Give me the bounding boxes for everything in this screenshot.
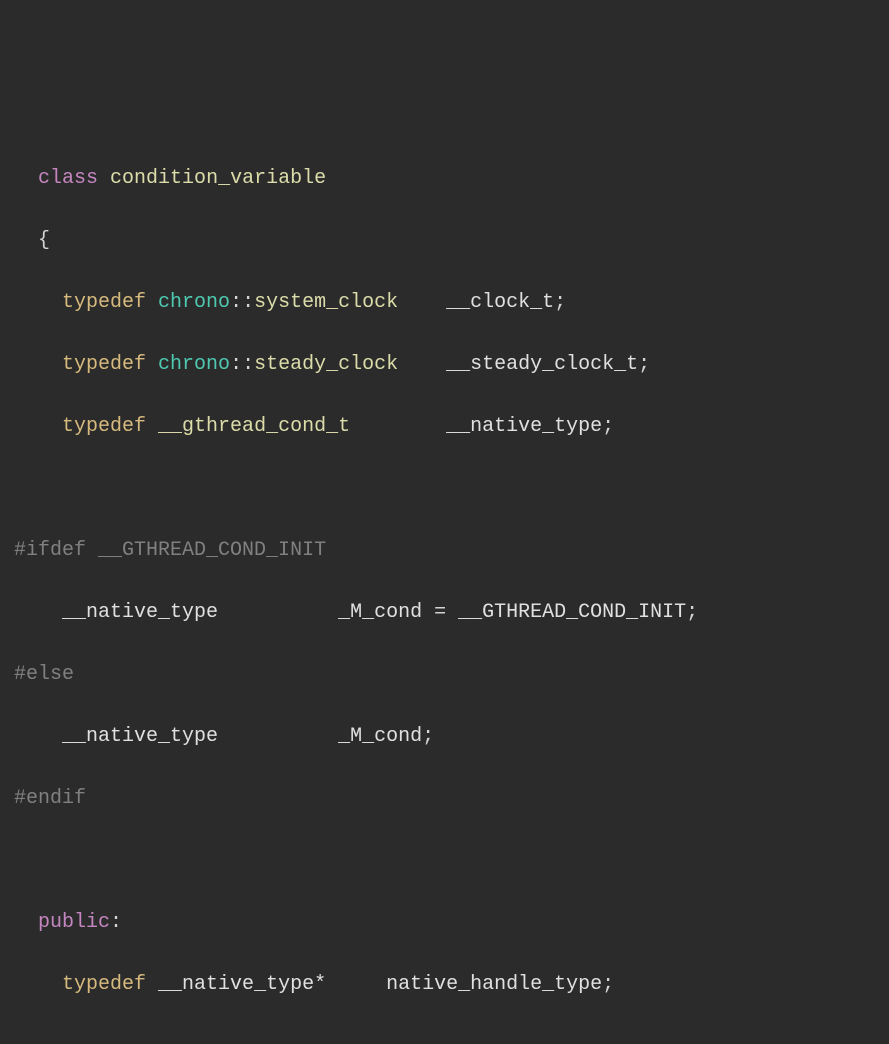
- preproc-else: #else: [14, 663, 74, 686]
- indent: [14, 973, 62, 996]
- keyword-typedef: typedef: [62, 291, 146, 314]
- preproc-ifdef: #ifdef: [14, 539, 86, 562]
- padding: [398, 353, 446, 376]
- keyword-public: public: [38, 911, 110, 934]
- code-line: public:: [0, 907, 889, 938]
- member-m-cond: _M_cond: [338, 601, 422, 624]
- code-line-empty: [0, 845, 889, 876]
- scope-operator: ::: [230, 291, 254, 314]
- indent: [14, 911, 38, 934]
- namespace-chrono: chrono: [158, 291, 230, 314]
- equals-operator: =: [422, 601, 458, 624]
- padding: [398, 291, 446, 314]
- semicolon: ;: [554, 291, 566, 314]
- alias-native-type: __native_type: [446, 415, 602, 438]
- type-system-clock: system_clock: [254, 291, 398, 314]
- semicolon: ;: [638, 353, 650, 376]
- code-line: typedef chrono::system_clock __clock_t;: [0, 287, 889, 318]
- preproc-endif: #endif: [14, 787, 86, 810]
- type-steady-clock: steady_clock: [254, 353, 398, 376]
- namespace-chrono: chrono: [158, 353, 230, 376]
- keyword-typedef: typedef: [62, 973, 146, 996]
- indent: [14, 291, 62, 314]
- code-line-empty: [0, 1031, 889, 1044]
- code-line-preproc: #else: [0, 659, 889, 690]
- code-line: __native_type _M_cond;: [0, 721, 889, 752]
- semicolon: ;: [602, 973, 614, 996]
- code-line-empty: [0, 473, 889, 504]
- open-brace: {: [38, 229, 50, 252]
- code-editor[interactable]: class condition_variable { typedef chron…: [0, 132, 889, 1044]
- padding: [218, 725, 338, 748]
- padding: [218, 601, 338, 624]
- type-gthread-cond-t: __gthread_cond_t: [158, 415, 350, 438]
- semicolon: ;: [422, 725, 434, 748]
- keyword-class: class: [38, 167, 98, 190]
- keyword-typedef: typedef: [62, 415, 146, 438]
- indent: [14, 601, 62, 624]
- macro-gthread-init: __GTHREAD_COND_INIT: [98, 539, 326, 562]
- padding: [350, 415, 446, 438]
- code-line-preproc: #endif: [0, 783, 889, 814]
- semicolon: ;: [602, 415, 614, 438]
- alias-steady-clock-t: __steady_clock_t: [446, 353, 638, 376]
- code-line: __native_type _M_cond = __GTHREAD_COND_I…: [0, 597, 889, 628]
- indent: [14, 353, 62, 376]
- type-native-type-ptr: __native_type*: [158, 973, 326, 996]
- keyword-typedef: typedef: [62, 353, 146, 376]
- alias-clock-t: __clock_t: [446, 291, 554, 314]
- semicolon: ;: [686, 601, 698, 624]
- scope-operator: ::: [230, 353, 254, 376]
- colon: :: [110, 911, 122, 934]
- indent: [14, 725, 62, 748]
- indent: [14, 167, 38, 190]
- class-name: condition_variable: [110, 167, 326, 190]
- type-native-type: __native_type: [62, 725, 218, 748]
- code-line-preproc: #ifdef __GTHREAD_COND_INIT: [0, 535, 889, 566]
- member-m-cond: _M_cond: [338, 725, 422, 748]
- code-line: typedef __native_type* native_handle_typ…: [0, 969, 889, 1000]
- code-line: class condition_variable: [0, 163, 889, 194]
- type-native-type: __native_type: [62, 601, 218, 624]
- code-line: typedef chrono::steady_clock __steady_cl…: [0, 349, 889, 380]
- code-line: typedef __gthread_cond_t __native_type;: [0, 411, 889, 442]
- alias-native-handle-type: native_handle_type: [386, 973, 602, 996]
- code-line: {: [0, 225, 889, 256]
- padding: [326, 973, 386, 996]
- indent: [14, 229, 38, 252]
- indent: [14, 415, 62, 438]
- macro-gthread-init-val: __GTHREAD_COND_INIT: [458, 601, 686, 624]
